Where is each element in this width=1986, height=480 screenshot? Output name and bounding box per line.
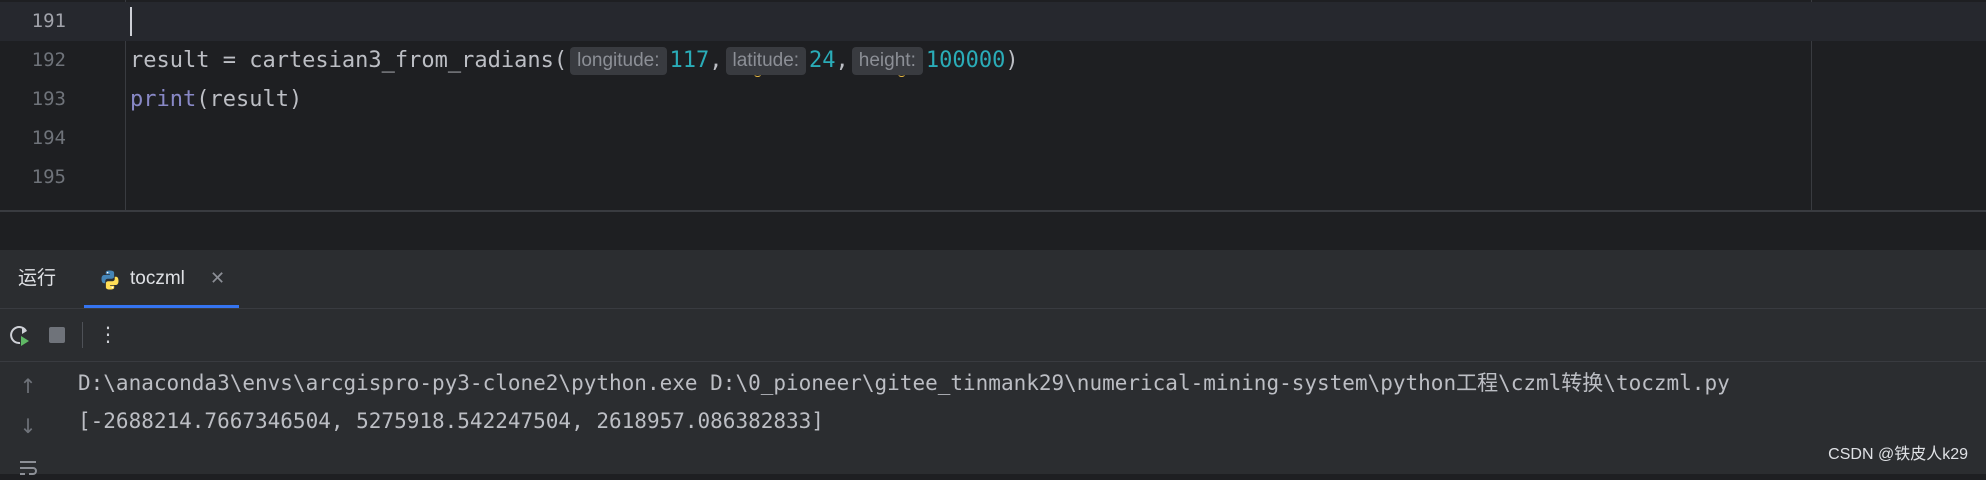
editor-line-194[interactable]: 194 <box>0 119 1986 158</box>
builtin-function: print <box>130 87 197 112</box>
console-side-toolbar: ↑ ↓ <box>0 362 56 475</box>
comma: , <box>709 48 723 73</box>
run-panel-title: 运行 <box>18 268 57 289</box>
line-number: 193 <box>31 88 66 110</box>
code-line[interactable]: print(result) <box>130 80 302 119</box>
editor-line-193[interactable]: 193 print(result) <box>0 80 1986 119</box>
editor-line-191[interactable]: 191 <box>0 2 1986 41</box>
param-hint-height: height: <box>851 47 923 75</box>
console-line-command: D:\anaconda3\envs\arcgispro-py3-clone2\p… <box>78 371 1730 395</box>
line-number: 195 <box>31 166 66 188</box>
code-text: (result) <box>196 87 303 112</box>
line-number: 194 <box>31 127 66 149</box>
python-icon <box>101 270 119 290</box>
line-number: 192 <box>31 49 66 71</box>
panel-splitter[interactable] <box>0 210 1986 212</box>
number-literal: 100000 <box>925 48 1006 73</box>
param-hint-longitude: longitude: <box>570 47 667 75</box>
soft-wrap-icon[interactable] <box>16 456 40 480</box>
number-literal: 24 <box>809 48 836 73</box>
code-text: ) <box>1005 48 1019 73</box>
tab-label: toczml <box>130 268 185 289</box>
rerun-icon[interactable] <box>8 323 32 347</box>
run-tool-window-header: 运行 toczml ✕ <box>0 250 1986 309</box>
comma: , <box>835 48 849 73</box>
code-editor[interactable]: 191 192 result = cartesian3_from_radians… <box>0 0 1986 212</box>
number-literal: 117 <box>669 48 710 73</box>
watermark: CSDN @铁皮人k29 <box>1828 446 1968 463</box>
editor-line-195[interactable]: 195 <box>0 158 1986 197</box>
toolbar-separator <box>82 322 83 348</box>
console-output[interactable]: D:\anaconda3\envs\arcgispro-py3-clone2\p… <box>56 362 1986 474</box>
tab-toczml[interactable]: toczml ✕ <box>84 250 239 308</box>
editor-line-192[interactable]: 192 result = cartesian3_from_radians(lon… <box>0 41 1986 81</box>
code-text: result = cartesian3_from_radians( <box>130 48 568 73</box>
active-tab-indicator <box>84 305 239 308</box>
more-options-icon[interactable]: ⋮ <box>96 321 120 346</box>
line-number: 191 <box>31 10 66 32</box>
console-line-result: [-2688214.7667346504, 5275918.542247504,… <box>78 409 824 433</box>
arrow-down-icon[interactable]: ↓ <box>16 414 40 438</box>
run-toolbar: ⋮ <box>0 309 1986 362</box>
close-tab-icon[interactable]: ✕ <box>210 250 225 308</box>
param-hint-latitude: latitude: <box>725 47 807 75</box>
arrow-up-icon[interactable]: ↑ <box>16 374 40 398</box>
stop-icon[interactable] <box>45 323 69 347</box>
text-caret <box>130 7 132 36</box>
code-line[interactable]: result = cartesian3_from_radians(longitu… <box>130 41 1019 80</box>
